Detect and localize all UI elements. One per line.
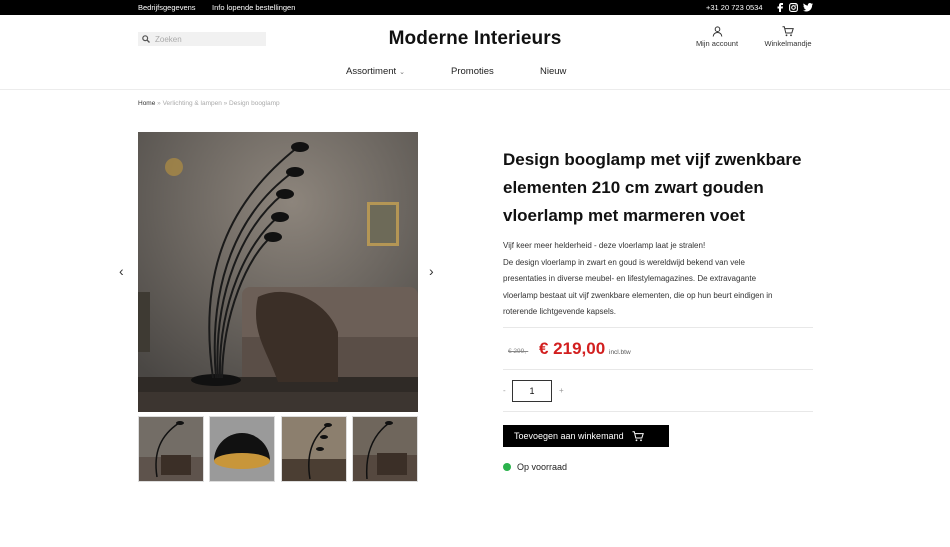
- quantity-input[interactable]: 1: [512, 380, 552, 402]
- product-main-image[interactable]: [138, 132, 418, 412]
- thumbnail-4[interactable]: [352, 416, 418, 482]
- divider: [503, 327, 813, 328]
- cart-icon: [632, 430, 644, 441]
- chevron-down-icon: ⌄: [399, 69, 406, 76]
- stock-status: Op voorraad: [517, 462, 568, 472]
- facebook-icon[interactable]: [775, 2, 785, 12]
- add-to-cart-button[interactable]: Toevoegen aan winkemand: [503, 425, 669, 447]
- vat-note: incl.btw: [609, 349, 631, 356]
- description-line: De design vloerlamp in zwart en goud is …: [503, 257, 745, 267]
- cart-label: Winkelmandje: [764, 39, 812, 48]
- thumbnail-1[interactable]: [138, 416, 204, 482]
- user-icon: [712, 26, 722, 37]
- header-divider: [0, 89, 950, 90]
- divider: [503, 369, 813, 370]
- breadcrumb-path[interactable]: » Verlichting & lampen » Design booglamp: [155, 100, 280, 107]
- order-info-link[interactable]: Info lopende bestellingen: [212, 3, 295, 12]
- top-bar: Bedrijfsgegevens Info lopende bestelling…: [0, 0, 950, 15]
- thumbnail-3[interactable]: [281, 416, 347, 482]
- nav-label: Assortiment: [346, 66, 397, 77]
- stock-indicator-icon: [503, 463, 511, 471]
- old-price: € 299,-: [508, 348, 529, 355]
- product-description: Vijf keer meer helderheid - deze vloerla…: [503, 238, 818, 321]
- thumbnail-2[interactable]: [209, 416, 275, 482]
- description-line: vloerlamp bestaat uit vijf zwenkbare ele…: [503, 290, 773, 300]
- next-image-arrow[interactable]: ›: [429, 263, 434, 279]
- description-line: roterende lichtgevende kapsels.: [503, 307, 616, 316]
- prev-image-arrow[interactable]: ‹: [119, 263, 124, 279]
- product-title: Design booglamp met vijf zwenkbare eleme…: [503, 150, 802, 225]
- phone-number[interactable]: +31 20 723 0534: [706, 3, 763, 12]
- company-info-link[interactable]: Bedrijfsgegevens: [138, 3, 196, 12]
- account-label: Mijn account: [695, 39, 739, 48]
- cart-icon: [782, 26, 794, 37]
- account-link[interactable]: Mijn account: [687, 26, 747, 48]
- add-to-cart-label: Toevoegen aan winkemand: [514, 431, 624, 441]
- description-line: Vijf keer meer helderheid - deze vloerla…: [503, 241, 706, 250]
- twitter-icon[interactable]: [803, 2, 813, 12]
- description-line: presentaties in diverse meubel- en lifes…: [503, 274, 757, 283]
- nav-nieuw[interactable]: Nieuw: [540, 66, 566, 77]
- nav-promoties[interactable]: Promoties: [451, 66, 494, 77]
- current-price: € 219,00: [539, 339, 606, 358]
- cart-link[interactable]: Winkelmandje: [758, 26, 818, 48]
- divider: [503, 411, 813, 412]
- breadcrumb-home[interactable]: Home: [138, 100, 155, 107]
- nav-assortiment[interactable]: Assortiment ⌄: [346, 66, 405, 77]
- instagram-icon[interactable]: [788, 2, 798, 12]
- quantity-decrease-button[interactable]: -: [503, 386, 506, 395]
- breadcrumb: Home » Verlichting & lampen » Design boo…: [138, 100, 280, 107]
- quantity-increase-button[interactable]: +: [559, 386, 564, 395]
